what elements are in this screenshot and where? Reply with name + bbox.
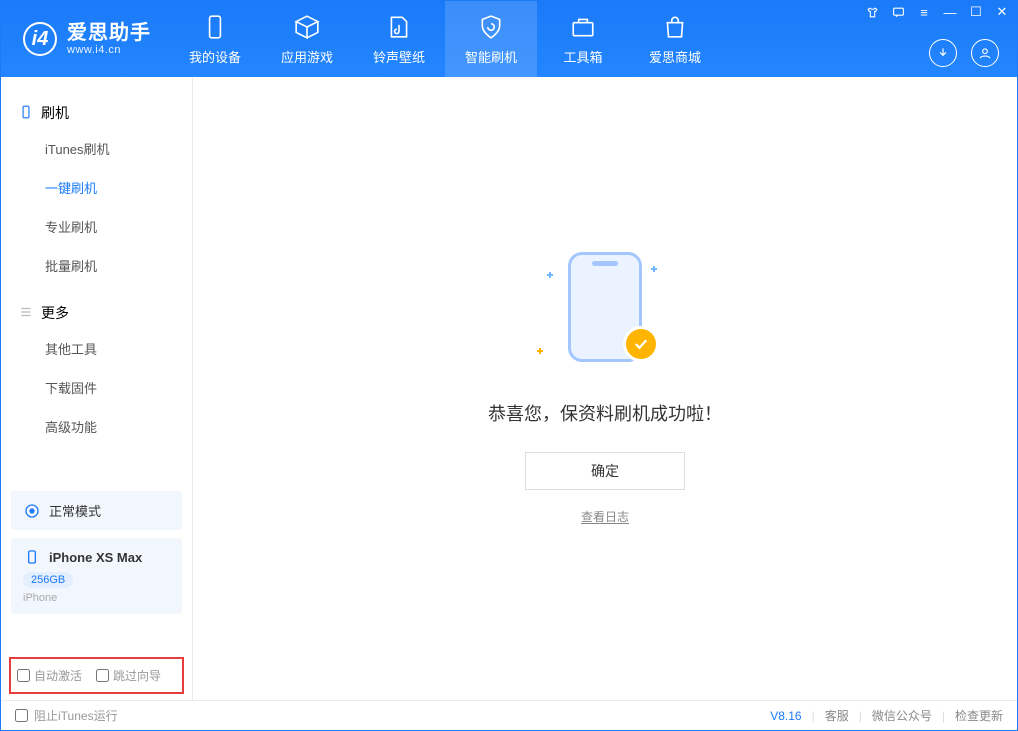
block-itunes-input[interactable] [15, 709, 28, 722]
sidebar-bottom: 自动激活 跳过向导 [1, 651, 192, 700]
nav-apps-games[interactable]: 应用游戏 [261, 1, 353, 77]
device-type: iPhone [23, 592, 57, 604]
nav-label: 爱思商城 [649, 47, 701, 66]
view-log-link[interactable]: 查看日志 [581, 508, 629, 525]
app-subtitle: www.i4.cn [67, 44, 151, 56]
device-card[interactable]: iPhone XS Max 256GB iPhone [11, 538, 182, 614]
footer-link-update[interactable]: 检查更新 [955, 707, 1003, 724]
sidebar-head-flash: 刷机 [1, 97, 192, 129]
device-name: iPhone XS Max [49, 550, 142, 565]
sidebar-group-title: 刷机 [41, 103, 69, 123]
auto-activate-label: 自动激活 [34, 667, 82, 684]
block-itunes-label: 阻止iTunes运行 [34, 707, 118, 724]
close-button[interactable]: ✕ [995, 5, 1009, 19]
skip-guide-label: 跳过向导 [113, 667, 161, 684]
sidebar-item-oneclick-flash[interactable]: 一键刷机 [1, 168, 192, 207]
nav-my-device[interactable]: 我的设备 [169, 1, 261, 77]
footer-right: V8.16 | 客服 | 微信公众号 | 检查更新 [770, 707, 1003, 724]
toolbox-icon [569, 13, 597, 41]
cube-icon [293, 13, 321, 41]
app-header: i4 爱思助手 www.i4.cn 我的设备 应用游戏 铃声壁纸 智能刷机 工具… [1, 1, 1017, 77]
header-right-actions [929, 39, 999, 67]
version-label: V8.16 [770, 709, 801, 723]
sidebar-cards: 正常模式 iPhone XS Max 256GB iPhone [11, 491, 182, 614]
checkbox-auto-activate[interactable]: 自动激活 [17, 667, 82, 684]
sidebar-item-other-tools[interactable]: 其他工具 [1, 329, 192, 368]
shield-refresh-icon [477, 13, 505, 41]
nav-label: 智能刷机 [465, 47, 517, 66]
mode-label: 正常模式 [49, 501, 101, 520]
logo-area: i4 爱思助手 www.i4.cn [1, 22, 169, 56]
nav-ringtones[interactable]: 铃声壁纸 [353, 1, 445, 77]
feedback-icon[interactable] [891, 5, 905, 19]
footer-link-support[interactable]: 客服 [825, 707, 849, 724]
music-file-icon [385, 13, 413, 41]
top-nav: 我的设备 应用游戏 铃声壁纸 智能刷机 工具箱 爱思商城 [169, 1, 721, 77]
mode-card[interactable]: 正常模式 [11, 491, 182, 530]
checkbox-block-itunes[interactable]: 阻止iTunes运行 [15, 707, 118, 724]
sidebar-group-flash: 刷机 iTunes刷机 一键刷机 专业刷机 批量刷机 [1, 97, 192, 285]
success-illustration [545, 252, 665, 372]
tshirt-icon[interactable] [865, 5, 879, 19]
sidebar-item-pro-flash[interactable]: 专业刷机 [1, 207, 192, 246]
window-controls: ≡ — ☐ ✕ [865, 5, 1009, 19]
skip-guide-input[interactable] [96, 669, 109, 682]
menu-icon[interactable]: ≡ [917, 5, 931, 19]
nav-label: 我的设备 [189, 47, 241, 66]
sidebar-checks-highlighted: 自动激活 跳过向导 [9, 657, 184, 694]
checkbox-skip-guide[interactable]: 跳过向导 [96, 667, 161, 684]
auto-activate-input[interactable] [17, 669, 30, 682]
sidebar: 刷机 iTunes刷机 一键刷机 专业刷机 批量刷机 更多 其他工具 下载固件 … [1, 77, 193, 700]
minimize-button[interactable]: — [943, 5, 957, 19]
nav-label: 应用游戏 [281, 47, 333, 66]
nav-label: 铃声壁纸 [373, 47, 425, 66]
nav-label: 工具箱 [563, 47, 602, 66]
nav-toolbox[interactable]: 工具箱 [537, 1, 629, 77]
sidebar-item-download-firmware[interactable]: 下载固件 [1, 368, 192, 407]
device-icon [201, 13, 229, 41]
sparkle-icon [547, 272, 553, 278]
download-manager-button[interactable] [929, 39, 957, 67]
sidebar-head-more: 更多 [1, 297, 192, 329]
sparkle-icon [537, 348, 543, 354]
check-badge-icon [623, 326, 659, 362]
phone-icon [19, 105, 33, 122]
device-phone-icon [23, 548, 41, 566]
bag-icon [661, 13, 689, 41]
maximize-button[interactable]: ☐ [969, 5, 983, 19]
sidebar-group-title: 更多 [41, 303, 69, 323]
device-storage-badge: 256GB [23, 572, 73, 588]
sidebar-item-advanced[interactable]: 高级功能 [1, 407, 192, 446]
sidebar-item-batch-flash[interactable]: 批量刷机 [1, 246, 192, 285]
nav-flash[interactable]: 智能刷机 [445, 1, 537, 77]
account-button[interactable] [971, 39, 999, 67]
footer-link-wechat[interactable]: 微信公众号 [872, 707, 932, 724]
mode-icon [23, 502, 41, 520]
app-title: 爱思助手 [67, 22, 151, 44]
success-message: 恭喜您，保资料刷机成功啦！ [488, 400, 722, 426]
list-icon [19, 305, 33, 322]
main-content: 恭喜您，保资料刷机成功啦！ 确定 查看日志 [193, 77, 1017, 700]
sidebar-group-more: 更多 其他工具 下载固件 高级功能 [1, 297, 192, 446]
sparkle-icon [651, 266, 657, 272]
app-logo-icon: i4 [23, 22, 57, 56]
sidebar-item-itunes-flash[interactable]: iTunes刷机 [1, 129, 192, 168]
status-bar: 阻止iTunes运行 V8.16 | 客服 | 微信公众号 | 检查更新 [1, 700, 1017, 730]
ok-button[interactable]: 确定 [525, 452, 685, 490]
nav-store[interactable]: 爱思商城 [629, 1, 721, 77]
app-body: 刷机 iTunes刷机 一键刷机 专业刷机 批量刷机 更多 其他工具 下载固件 … [1, 77, 1017, 700]
